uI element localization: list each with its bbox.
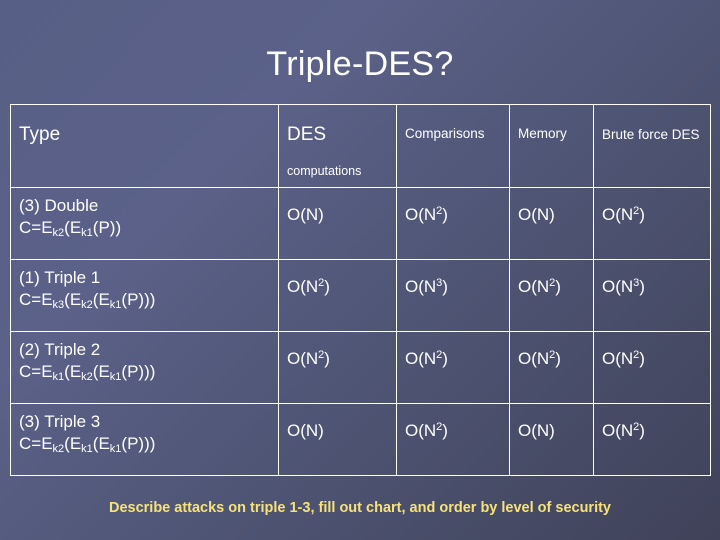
table-row: (3) Triple 3 C=Ek2(Ek1(Ek1(P))) O(N) O(N… <box>10 403 711 477</box>
header-cell-des: DES computations <box>278 103 397 189</box>
cell-des: O(N) <box>278 403 397 477</box>
comparison-table: Type DES computations Comparisons Memory… <box>10 103 711 477</box>
header-label-des: DES <box>287 124 327 145</box>
cell-value-des: O(N) <box>287 421 324 441</box>
cell-brute-force: O(N2) <box>593 403 711 477</box>
cell-value-des: O(N) <box>287 205 324 225</box>
cell-value-brute-force: O(N2) <box>602 205 645 225</box>
row-label-line1: (1) Triple 1 <box>19 268 101 288</box>
row-label-line2: C=Ek2(Ek1(Ek1(P))) <box>19 433 156 455</box>
table-header-row: Type DES computations Comparisons Memory… <box>10 103 711 189</box>
cell-value-comparisons: O(N3) <box>405 277 448 297</box>
cell-value-comparisons: O(N2) <box>405 421 448 441</box>
cell-value-comparisons: O(N2) <box>405 205 448 225</box>
cell-comparisons: O(N3) <box>396 259 510 333</box>
slide: Triple-DES? Type DES computations Compar… <box>0 0 720 540</box>
instruction-note: Describe attacks on triple 1-3, fill out… <box>108 500 611 516</box>
cell-brute-force: O(N2) <box>593 331 711 405</box>
row-label-line2: C=Ek2(Ek1(P)) <box>19 217 122 239</box>
table-row: (1) Triple 1 C=Ek3(Ek2(Ek1(P))) O(N2) O(… <box>10 259 711 333</box>
cell-value-memory: O(N2) <box>518 349 561 369</box>
header-cell-type: Type <box>10 103 279 189</box>
cell-value-memory: O(N2) <box>518 277 561 297</box>
header-label-memory: Memory <box>518 126 567 141</box>
cell-comparisons: O(N2) <box>396 403 510 477</box>
header-label-type: Type <box>19 124 61 145</box>
row-label-cell: (1) Triple 1 C=Ek3(Ek2(Ek1(P))) <box>10 259 279 333</box>
cell-des: O(N2) <box>278 331 397 405</box>
cell-memory: O(N) <box>509 403 594 477</box>
row-label-cell: (2) Triple 2 C=Ek1(Ek2(Ek1(P))) <box>10 331 279 405</box>
row-label-cell: (3) Triple 3 C=Ek2(Ek1(Ek1(P))) <box>10 403 279 477</box>
cell-memory: O(N) <box>509 187 594 261</box>
cell-value-brute-force: O(N2) <box>602 349 645 369</box>
cell-value-des: O(N2) <box>287 277 330 297</box>
cell-comparisons: O(N2) <box>396 331 510 405</box>
cell-memory: O(N2) <box>509 331 594 405</box>
cell-value-memory: O(N) <box>518 205 555 225</box>
cell-value-brute-force: O(N2) <box>602 421 645 441</box>
row-label-line2: C=Ek1(Ek2(Ek1(P))) <box>19 361 156 383</box>
cell-value-comparisons: O(N2) <box>405 349 448 369</box>
row-label-cell: (3) Double C=Ek2(Ek1(P)) <box>10 187 279 261</box>
table-row: (2) Triple 2 C=Ek1(Ek2(Ek1(P))) O(N2) O(… <box>10 331 711 405</box>
cell-brute-force: O(N2) <box>593 187 711 261</box>
cell-value-memory: O(N) <box>518 421 555 441</box>
cell-des: O(N) <box>278 187 397 261</box>
header-cell-memory: Memory <box>509 103 594 189</box>
header-label-comparisons: Comparisons <box>405 126 485 141</box>
comparison-table-container: Type DES computations Comparisons Memory… <box>10 103 711 477</box>
header-label-brute-force: Brute force DES <box>602 127 700 142</box>
header-cell-comparisons: Comparisons <box>396 103 510 189</box>
row-label-line1: (3) Double <box>19 196 99 216</box>
row-label-line1: (3) Triple 3 <box>19 412 101 432</box>
row-label-line1: (2) Triple 2 <box>19 340 101 360</box>
cell-des: O(N2) <box>278 259 397 333</box>
cell-brute-force: O(N3) <box>593 259 711 333</box>
cell-memory: O(N2) <box>509 259 594 333</box>
page-title: Triple-DES? <box>266 45 454 83</box>
row-label-line2: C=Ek3(Ek2(Ek1(P))) <box>19 289 156 311</box>
header-cell-brute-force: Brute force DES <box>593 103 711 189</box>
cell-comparisons: O(N2) <box>396 187 510 261</box>
cell-value-des: O(N2) <box>287 349 330 369</box>
cell-value-brute-force: O(N3) <box>602 277 645 297</box>
header-sublabel-des-computations: computations <box>287 163 362 178</box>
table-row: (3) Double C=Ek2(Ek1(P)) O(N) O(N2) O(N)… <box>10 187 711 261</box>
